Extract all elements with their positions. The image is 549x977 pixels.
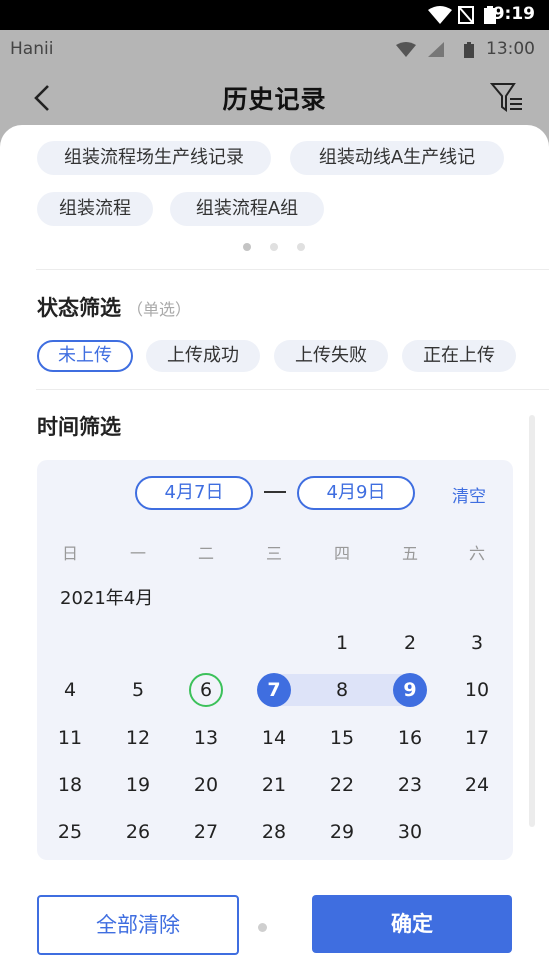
calendar-day[interactable]: 20 (186, 767, 226, 803)
calendar-panel: 4月7日 4月9日 清空 日一二三四五六 2021年4月 1 2 3 4 5 6 7 8 9 10… (37, 460, 513, 860)
weekday-label: 一 (129, 544, 146, 563)
calendar-day[interactable]: 16 (390, 720, 430, 756)
calendar-day[interactable]: 10 (457, 672, 497, 708)
status-option-upload-failed[interactable]: 上传失败 (274, 340, 388, 372)
calendar-day[interactable]: 23 (390, 767, 430, 803)
device-status-bar: Hanii 13:00 (0, 30, 549, 70)
no-signal-icon (458, 6, 474, 24)
clear-date-button[interactable]: 清空 (452, 482, 486, 507)
divider-dot (258, 923, 267, 932)
calendar-day[interactable]: 30 (390, 814, 430, 850)
clear-all-button[interactable]: 全部清除 (37, 895, 239, 955)
calendar-day[interactable]: 29 (322, 814, 362, 850)
weekday-label: 日 (61, 544, 78, 563)
page-title: 历史记录 (222, 85, 327, 114)
status-filter-title: 状态筛选 （单选） (37, 292, 191, 322)
page-dot (297, 243, 305, 251)
calendar-day[interactable]: 19 (118, 767, 158, 803)
end-date-pill[interactable]: 4月9日 (297, 476, 415, 510)
calendar-day[interactable]: 22 (322, 767, 362, 803)
calendar-day[interactable]: 25 (50, 814, 90, 850)
calendar-day[interactable]: 11 (50, 720, 90, 756)
carrier-label: Hanii (10, 39, 54, 59)
calendar-day[interactable]: 13 (186, 720, 226, 756)
weekday-label: 三 (265, 544, 282, 563)
system-status-bar: 9:19 (0, 0, 549, 30)
weekday-label: 五 (401, 544, 418, 563)
start-date-pill[interactable]: 4月7日 (135, 476, 253, 510)
line-chip[interactable]: 组装流程场生产线记录 (37, 141, 271, 175)
calendar-day[interactable]: 5 (118, 672, 158, 708)
time-filter-title: 时间筛选 (37, 415, 121, 439)
page-dot-active (243, 243, 251, 251)
calendar-day[interactable]: 24 (457, 767, 497, 803)
filter-sheet: 组装流程场生产线记录 组装动线A生产线记 组装流程 组装流程A组 状态筛选 （单选… (0, 125, 549, 977)
calendar-day[interactable]: 17 (457, 720, 497, 756)
single-select-note: （单选） (127, 300, 192, 319)
calendar-day[interactable]: 8 (322, 672, 362, 708)
calendar-day[interactable]: 26 (118, 814, 158, 850)
calendar-day[interactable]: 3 (457, 625, 497, 661)
month-label: 2021年4月 (60, 588, 154, 609)
device-time: 13:00 (486, 39, 535, 59)
divider (36, 269, 549, 270)
status-option-not-uploaded[interactable]: 未上传 (37, 340, 133, 372)
signal-icon (428, 42, 444, 57)
wifi-icon (428, 6, 452, 24)
weekday-label: 四 (333, 544, 350, 563)
scrollbar[interactable] (529, 415, 535, 827)
calendar-day[interactable]: 1 (322, 625, 362, 661)
page-dot (270, 243, 278, 251)
filter-icon[interactable] (490, 80, 526, 116)
app-header: 历史记录 (0, 70, 549, 130)
calendar-day[interactable]: 27 (186, 814, 226, 850)
range-dash (264, 491, 286, 493)
calendar-day[interactable]: 4 (50, 672, 90, 708)
battery-icon (464, 42, 474, 58)
calendar-day[interactable]: 18 (50, 767, 90, 803)
calendar-day[interactable]: 15 (322, 720, 362, 756)
divider (36, 389, 549, 390)
calendar-day[interactable]: 12 (118, 720, 158, 756)
status-option-uploading[interactable]: 正在上传 (402, 340, 516, 372)
calendar-day[interactable]: 9 (393, 673, 427, 707)
status-option-upload-success[interactable]: 上传成功 (146, 340, 260, 372)
calendar-day[interactable]: 7 (257, 673, 291, 707)
system-time: 9:19 (492, 4, 535, 24)
line-chip[interactable]: 组装流程 (37, 192, 153, 226)
calendar-day[interactable]: 6 (189, 673, 223, 707)
status-filter-heading: 状态筛选 (37, 296, 121, 320)
calendar-day[interactable]: 2 (390, 625, 430, 661)
line-chip[interactable]: 组装动线A生产线记 (290, 141, 504, 175)
line-chip[interactable]: 组装流程A组 (170, 192, 324, 226)
wifi-icon (396, 42, 416, 57)
weekday-label: 六 (468, 544, 485, 563)
calendar-day[interactable]: 28 (254, 814, 294, 850)
weekday-label: 二 (197, 544, 214, 563)
confirm-button[interactable]: 确定 (312, 895, 512, 953)
calendar-day[interactable]: 21 (254, 767, 294, 803)
calendar-day[interactable]: 14 (254, 720, 294, 756)
